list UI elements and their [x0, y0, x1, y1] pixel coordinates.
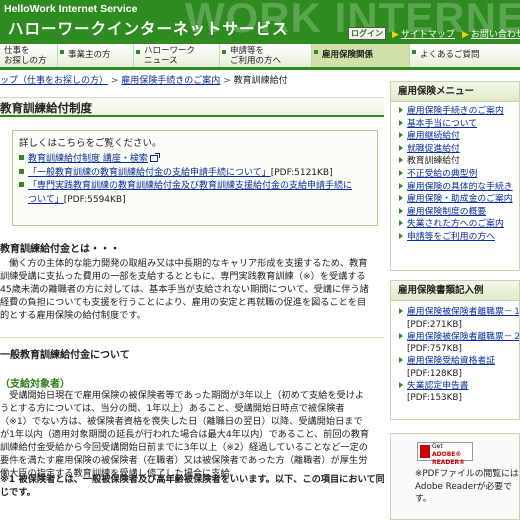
menu-item-training-current[interactable]: 教育訓練給付: [399, 155, 519, 168]
bullet-icon: [136, 50, 140, 54]
login-button[interactable]: ログイン: [348, 27, 386, 40]
doc-eligibility-certificate[interactable]: 雇用保険受給資格者証: [399, 355, 519, 368]
adobe-reader-note: ※PDFファイルの閲覧には Adobe Readerが必要です。: [415, 469, 519, 504]
note-insured-definition: ※1 被保険者とは、一般被保険者及び高年齢被保険者をいいます。以下、この項目にお…: [0, 474, 384, 498]
form-examples-list: 雇用保険被保険者離職票－１ [PDF:271KB] 雇用保険被保険者離職票－２ …: [391, 301, 519, 404]
menu-item-basic-allowance[interactable]: 基本手当について: [399, 118, 519, 131]
form-examples: 雇用保険書類記入例 雇用保険被保険者離職票－１ [PDF:271KB] 雇用保険…: [390, 280, 520, 420]
nav-hellowork-news[interactable]: ハローワーク ニュース: [134, 44, 220, 67]
bullet-icon: [314, 50, 318, 54]
arrow-icon: [399, 119, 403, 126]
menu-item-reemployment[interactable]: 就職促進給付: [399, 143, 519, 156]
arrow-icon: [399, 157, 403, 164]
site-name-en[interactable]: HelloWork Internet Service: [4, 3, 137, 15]
nav-applicants[interactable]: 申請等を ご利用の方へ: [220, 44, 312, 67]
arrow-icon: [399, 332, 403, 339]
arrow-icon: [399, 381, 403, 388]
site-logo[interactable]: ハローワークインターネットサービス: [8, 17, 289, 39]
adobe-reader-box: Get ADOBE® READER® ※PDFファイルの閲覧には Adobe R…: [390, 433, 520, 520]
pdf-icon: [420, 445, 430, 458]
arrow-icon: [399, 207, 403, 214]
arrow-icon: [399, 195, 403, 202]
doc-size: [PDF:153KB]: [407, 393, 462, 404]
menu-item-fraud-examples[interactable]: 不正受給の典型例: [399, 168, 519, 181]
menu-item-procedures[interactable]: 雇用保険手続きのご案内: [399, 105, 519, 118]
breadcrumb-top-link[interactable]: ップ（仕事をお探しの方）: [0, 76, 108, 86]
doc-unemployment-declaration[interactable]: 失業認定申告書: [399, 380, 519, 393]
insurance-menu: 雇用保険メニュー 雇用保険手続きのご案内 基本手当について 雇用継続給付 就職促…: [390, 81, 520, 271]
bullet-icon: [19, 155, 24, 160]
breadcrumb: ップ（仕事をお探しの方） > 雇用保険手続きのご案内 > 教育訓練給付: [0, 76, 288, 86]
nav-employers[interactable]: 事業主の方: [58, 44, 134, 67]
section-heading-eligible: （支給対象者）: [0, 379, 70, 390]
insurance-menu-title: 雇用保険メニュー: [391, 82, 519, 102]
menu-item-overview[interactable]: 雇用保険制度の概要: [399, 206, 519, 219]
doc-size: [PDF:271KB]: [407, 319, 462, 330]
section-heading-benefit: 教育訓練給付金とは・・・: [0, 244, 120, 255]
nav-faq[interactable]: よくあるご質問: [410, 44, 520, 67]
arrow-icon: [399, 232, 403, 239]
menu-item-continuation[interactable]: 雇用継続給付: [399, 130, 519, 143]
sidebar: 雇用保険メニュー 雇用保険手続きのご案内 基本手当について 雇用継続給付 就職促…: [390, 81, 520, 520]
link-general-training-pdf: 「一般教育訓練の教育訓練給付金の支給申請手続について」[PDF:5121KB]: [19, 168, 371, 180]
arrow-icon: ▶: [462, 30, 469, 40]
bullet-icon: [412, 50, 416, 54]
reference-links-box: 詳しくはこちらをご覧ください。 教育訓練給付制度 講座・検索 「一般教育訓練の教…: [12, 130, 378, 226]
section-benefit-text: 働く方の主体的な能力開発の取組み又は中長期的なキャリア形成を支援するため、教育 …: [0, 258, 369, 321]
arrow-icon: [399, 107, 403, 113]
arrow-icon: [399, 132, 403, 139]
section-heading-general: 一般教育訓練給付金について: [0, 350, 130, 361]
arrow-icon: [399, 357, 403, 364]
arrow-icon: [399, 220, 403, 227]
arrow-icon: [399, 308, 403, 314]
menu-item-subsidies[interactable]: 雇用保険・助成金のご案内: [399, 193, 519, 206]
bullet-icon: [60, 50, 64, 54]
site-header: WORK INTERNE HelloWork Internet Service …: [0, 0, 520, 44]
arrow-icon: [399, 144, 403, 151]
main-content: 教育訓練給付制度 詳しくはこちらをご覧ください。 教育訓練給付制度 講座・検索 …: [0, 89, 384, 520]
divider: [0, 337, 384, 338]
insurance-menu-list: 雇用保険手続きのご案内 基本手当について 雇用継続給付 就職促進給付 教育訓練給…: [391, 102, 519, 244]
nav-employment-insurance[interactable]: 雇用保険関係: [312, 44, 410, 67]
breadcrumb-current: 教育訓練給付: [233, 76, 288, 86]
menu-item-unemployed[interactable]: 失業された方へのご案内: [399, 218, 519, 231]
external-link-icon: [149, 153, 160, 162]
menu-item-applications[interactable]: 申請等をご利用の方へ: [399, 231, 519, 244]
get-adobe-reader-button[interactable]: Get ADOBE® READER®: [417, 442, 473, 466]
doc-separation-slip-2[interactable]: 雇用保険被保険者離職票－２: [399, 331, 519, 344]
bullet-icon: [19, 182, 24, 187]
link-specialized-training-pdf-cont: ついて」[PDF:5594KB]: [28, 194, 126, 205]
doc-size: [PDF:128KB]: [407, 368, 462, 379]
link-specialized-training-pdf: 「専門実践教育訓練の教育訓練給付金及び教育訓練支援給付金の支給申請手続に: [19, 181, 371, 193]
section-eligible-text: 受講開始日現在で雇用保険の被保険者等であった期間が3年以上（初めて支給を受けよ …: [0, 390, 370, 479]
bullet-icon: [19, 168, 24, 174]
global-nav: 仕事を お探しの方 事業主の方 ハローワーク ニュース 申請等を ご利用の方へ 雇用保…: [0, 44, 520, 70]
arrow-icon: [399, 169, 403, 176]
nav-job-seekers[interactable]: 仕事を お探しの方: [0, 44, 58, 67]
linkbox-intro: 詳しくはこちらをご覧ください。: [19, 138, 162, 149]
arrow-icon: [399, 182, 403, 189]
doc-separation-slip-1[interactable]: 雇用保険被保険者離職票－１: [399, 306, 519, 319]
contact-link[interactable]: ▶ お問い合わせ: [462, 27, 520, 40]
page-title: 教育訓練給付制度: [0, 97, 384, 117]
doc-size: [PDF:757KB]: [407, 344, 462, 355]
arrow-icon: ▶: [392, 30, 399, 40]
breadcrumb-insurance-link[interactable]: 雇用保険手続きのご案内: [121, 76, 220, 86]
sitemap-link[interactable]: ▶ サイトマップ: [392, 27, 455, 40]
menu-item-specific-procedures[interactable]: 雇用保険の具体的な手続き: [399, 181, 519, 194]
bullet-icon: [222, 50, 226, 54]
link-course-search: 教育訓練給付制度 講座・検索: [19, 153, 371, 166]
form-examples-title: 雇用保険書類記入例: [391, 281, 519, 301]
